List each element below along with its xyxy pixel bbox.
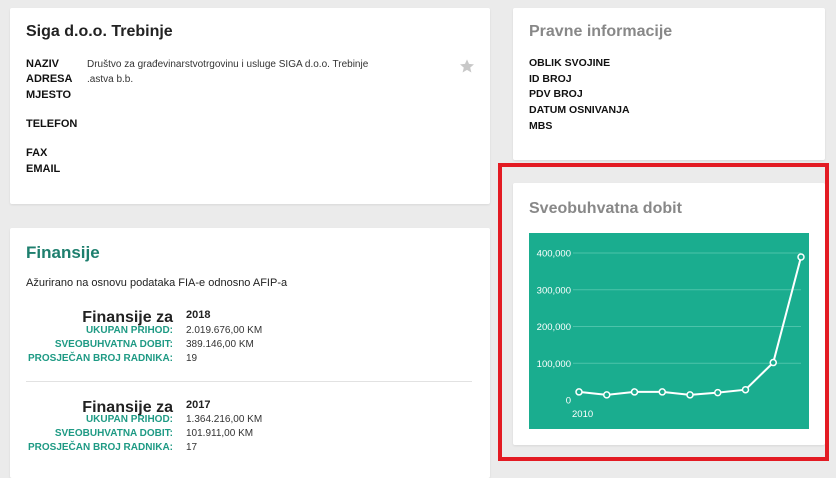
finance-divider [26,381,472,382]
data-point[interactable] [575,388,583,396]
telefon-label: TELEFON [26,118,78,130]
y-tick-label: 200,000 [537,322,571,333]
company-card: Siga d.o.o. Trebinje NAZIV Društvo za gr… [10,8,490,204]
y-tick-label: 100,000 [537,359,571,370]
y-tick-label: 400,000 [537,249,571,260]
finance-year: 2018 [186,309,211,321]
naziv-label: NAZIV [26,58,59,70]
vat-number-label: PDV BROJ [529,88,583,100]
data-point[interactable] [797,253,805,261]
mjesto-label: MJESTO [26,89,72,101]
naziv-value: Društvo za građevinarstvotrgovinu i uslu… [87,59,369,70]
star-icon[interactable] [459,58,475,74]
data-point[interactable] [714,388,722,397]
data-point[interactable] [603,391,611,399]
finance-year: 2017 [186,399,211,411]
adresa-label: ADRESA [26,73,73,85]
revenue-label: UKUPAN PRIHOD: [85,325,173,336]
x-tick-label: 2010 [572,409,593,420]
profit-chart-card: Sveobuhvatna dobit 400,000 300,000 200,000… [513,183,825,445]
fax-label: FAX [26,147,48,159]
founding-date-label: DATUM OSNIVANJA [529,104,630,116]
profit-label: SVEOBUHVATNA DOBIT: [54,339,173,350]
revenue-value: 1.364.216,00 KM [186,414,263,425]
data-point[interactable] [769,358,777,367]
company-title: Siga d.o.o. Trebinje [26,23,173,40]
finance-subtitle: Ažurirano na osnovu podataka FIA-e odnos… [26,277,288,289]
employees-value: 19 [186,353,198,364]
email-label: EMAIL [26,163,61,175]
employees-label: PROSJEČAN BROJ RADNIKA: [27,353,173,364]
y-tick-label: 300,000 [537,285,571,296]
data-point[interactable] [686,391,694,399]
revenue-label: UKUPAN PRIHOD: [85,414,173,425]
ownership-label: OBLIK SVOJINE [529,57,611,69]
adresa-value: .astva b.b. [87,74,134,85]
profit-line-chart: 400,000 300,000 200,000 100,000 02010 [537,249,805,420]
employees-label: PROSJEČAN BROJ RADNIKA: [27,442,173,453]
profit-chart-panel: 400,000 300,000 200,000 100,000 0 2010 [529,233,809,429]
data-point[interactable] [741,385,750,394]
profit-chart-title: Sveobuhvatna dobit [529,200,682,217]
finance-title: Finansije [26,243,100,262]
id-number-label: ID BROJ [529,73,572,85]
profit-value: 389.146,00 KM [186,339,254,350]
mbs-label: MBS [529,120,553,132]
finance-card: Finansije Ažurirano na osnovu podataka F… [10,228,490,478]
legal-info-card: Pravne informacije OBLIK SVOJINE ID BROJ… [513,8,825,160]
profit-value: 101.911,00 KM [186,428,254,439]
employees-value: 17 [186,442,198,453]
revenue-value: 2.019.676,00 KM [186,325,263,336]
profit-label: SVEOBUHVATNA DOBIT: [54,428,173,439]
y-tick-label: 0 [566,396,571,407]
data-point[interactable] [630,388,639,396]
profit-series-line [578,256,802,396]
legal-title: Pravne informacije [529,23,673,40]
data-point[interactable] [658,388,666,396]
